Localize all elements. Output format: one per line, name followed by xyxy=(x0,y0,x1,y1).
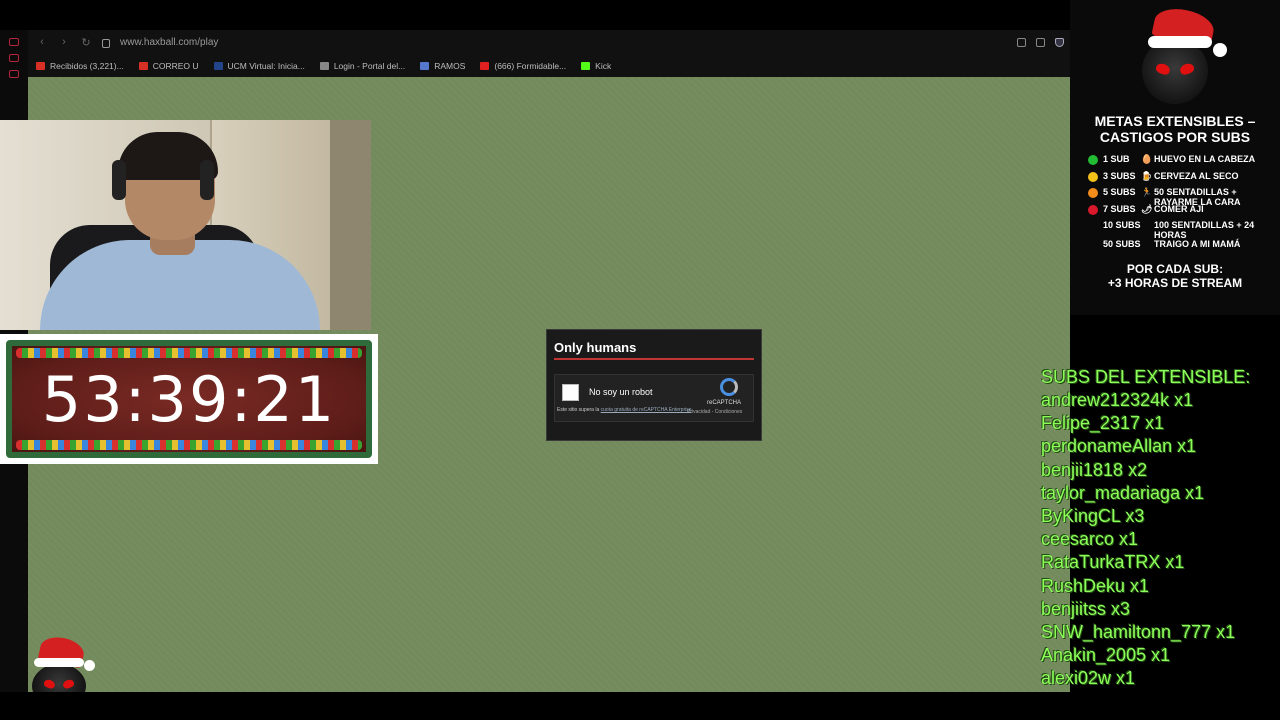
webcam-feed xyxy=(0,120,371,330)
forward-icon[interactable]: › xyxy=(58,36,70,49)
goal-description: HUEVO EN LA CABEZA xyxy=(1154,154,1256,164)
bookmark-favicon-icon xyxy=(36,62,45,70)
sub-list-item: taylor_madariaga x1 xyxy=(1041,482,1205,503)
url-text: www.haxball.com/play xyxy=(120,37,219,48)
bookmark-favicon-icon xyxy=(213,62,223,70)
sub-list-item: benjiitss x3 xyxy=(1041,598,1131,619)
sub-list-item: Felipe_2317 x1 xyxy=(1041,413,1165,434)
bookmark-label: Kick xyxy=(595,61,612,71)
goal-icon xyxy=(1141,221,1150,240)
bookmark-item[interactable]: UCM Virtual: Inicia... xyxy=(213,61,305,71)
goal-status-dot xyxy=(1088,155,1098,165)
recaptcha-logo-icon xyxy=(720,378,738,396)
title-underline xyxy=(554,358,754,360)
sub-list-item: ceesarco x1 xyxy=(1041,529,1139,550)
sub-list-item: RushDeku x1 xyxy=(1041,575,1150,596)
bookmark-item[interactable]: Login - Portal del... xyxy=(319,61,406,71)
sub-list-item: Anakin_2005 x1 xyxy=(1041,645,1171,666)
goal-row: 3 SUBS 🍺 CERVEZA AL SECO xyxy=(1088,171,1274,182)
captcha-checkbox-label: No soy un robot xyxy=(589,387,653,397)
sub-list-item: ByKingCL x3 xyxy=(1041,506,1145,527)
goal-description: TRAIGO A MI MAMÁ xyxy=(1154,239,1241,249)
sub-list-item: benjii1818 x2 xyxy=(1041,459,1148,480)
goals-title: METAS EXTENSIBLES – CASTIGOS POR SUBS xyxy=(1094,113,1256,145)
countdown-timer: 53:39:21 xyxy=(0,334,378,464)
bookmark-label: UCM Virtual: Inicia... xyxy=(227,61,305,71)
egg-icon: 🥚 xyxy=(1141,154,1153,164)
bookmark-item[interactable]: RAMOS xyxy=(420,61,465,71)
bookmark-item[interactable]: CORREO U xyxy=(138,61,199,71)
bookmarks-bar: Recibidos (3,221)... CORREO U UCM Virtual:… xyxy=(28,55,1070,77)
sub-list-item: perdonameAllan x1 xyxy=(1041,436,1197,457)
bookmark-item[interactable]: (666) Formidable... xyxy=(480,61,566,71)
chili-icon: 🌶 xyxy=(1141,204,1153,214)
sub-list-item: alexi02w x1 xyxy=(1041,668,1136,689)
goal-count: 50 SUBS xyxy=(1103,239,1141,249)
goal-count: 7 SUBS xyxy=(1103,204,1136,214)
bookmark-favicon-icon xyxy=(480,62,490,70)
bookmark-favicon-icon xyxy=(420,62,430,70)
goal-count: 3 SUBS xyxy=(1103,171,1136,181)
goal-row: 50 SUBS TRAIGO A MI MAMÁ xyxy=(1088,239,1274,250)
bookmark-favicon-icon xyxy=(319,62,329,70)
bookmark-label: Login - Portal del... xyxy=(333,61,406,71)
sub-list-item: SNW_hamiltonn_777 x1 xyxy=(1041,622,1236,643)
goal-description: 100 SENTADILLAS + 24 HORAS xyxy=(1154,220,1255,240)
goal-row: 7 SUBS 🌶 COMER AJÍ xyxy=(1088,204,1274,215)
lock-icon xyxy=(102,39,110,48)
bookmark-label: CORREO U xyxy=(152,61,199,71)
side-panel-icon[interactable] xyxy=(9,54,19,62)
bookmark-item[interactable]: Kick xyxy=(581,61,611,71)
bookmark-label: (666) Formidable... xyxy=(494,61,567,71)
goal-icon xyxy=(1141,240,1150,250)
stream-layout: ‹ › ↻ www.haxball.com/play Recibidos (3,… xyxy=(0,0,1280,720)
bookmark-item[interactable]: Recibidos (3,221)... xyxy=(36,61,124,71)
recaptcha-notice: Este sitio supera la cuota gratuita de r… xyxy=(557,407,692,413)
shield-icon[interactable] xyxy=(1055,38,1064,47)
goals-panel: METAS EXTENSIBLES – CASTIGOS POR SUBS 1 … xyxy=(1070,0,1280,315)
side-panel-icon[interactable] xyxy=(9,38,19,46)
sub-list-item: andrew212324k x1 xyxy=(1041,390,1194,410)
goal-status-dot xyxy=(1088,188,1098,198)
captcha-dialog: Only humans No soy un robot reCAPTCHA Pr… xyxy=(546,329,762,441)
goal-description: CERVEZA AL SECO xyxy=(1154,171,1239,181)
goals-footer: POR CADA SUB: +3 HORAS DE STREAM xyxy=(1107,262,1243,290)
goal-status-dot xyxy=(1088,205,1098,215)
recaptcha-brand: reCAPTCHA xyxy=(707,400,742,406)
beer-icon: 🍺 xyxy=(1141,171,1153,181)
bookmark-label: Recibidos (3,221)... xyxy=(50,61,124,71)
recaptcha-terms-link[interactable]: Privacidad - Condiciones xyxy=(687,409,742,415)
reload-icon[interactable]: ↻ xyxy=(80,36,92,49)
recaptcha-notice-link[interactable]: cuota gratuita de reCAPTCHA Enterprise xyxy=(601,407,692,413)
bookmark-star-icon[interactable] xyxy=(1017,38,1026,47)
subs-list: SUBS DEL EXTENSIBLE: andrew212324k x1 Fel… xyxy=(1041,366,1280,691)
christmas-lights-decoration xyxy=(16,440,362,450)
sub-list-item: RataTurkaTRX x1 xyxy=(1041,552,1185,573)
goal-status-dot xyxy=(1088,240,1098,250)
side-panel-icon[interactable] xyxy=(9,70,19,78)
goal-description: COMER AJÍ xyxy=(1154,204,1204,214)
timer-value: 53:39:21 xyxy=(41,362,337,436)
goal-status-dot xyxy=(1088,221,1098,231)
bookmark-favicon-icon xyxy=(138,62,148,70)
address-bar[interactable]: www.haxball.com/play xyxy=(102,37,218,48)
browser-toolbar: ‹ › ↻ www.haxball.com/play xyxy=(28,30,1070,55)
christmas-lights-decoration xyxy=(16,348,362,358)
extensions-icon[interactable] xyxy=(1036,38,1045,47)
goal-count: 1 SUB xyxy=(1103,154,1130,164)
bookmark-favicon-icon xyxy=(581,62,591,70)
goal-row: 10 SUBS 100 SENTADILLAS + 24 HORAS xyxy=(1088,220,1274,240)
dialog-title: Only humans xyxy=(554,340,637,355)
bookmark-label: RAMOS xyxy=(434,61,466,71)
back-icon[interactable]: ‹ xyxy=(36,36,48,49)
recaptcha-widget: No soy un robot reCAPTCHA Privacidad - C… xyxy=(554,374,754,422)
goal-row: 1 SUB 🥚 HUEVO EN LA CABEZA xyxy=(1088,154,1274,165)
goal-status-dot xyxy=(1088,172,1098,182)
subs-header: SUBS DEL EXTENSIBLE: xyxy=(1041,367,1251,387)
goal-count: 10 SUBS xyxy=(1103,220,1141,230)
bottom-bar xyxy=(0,692,1280,720)
captcha-checkbox[interactable] xyxy=(562,384,579,401)
